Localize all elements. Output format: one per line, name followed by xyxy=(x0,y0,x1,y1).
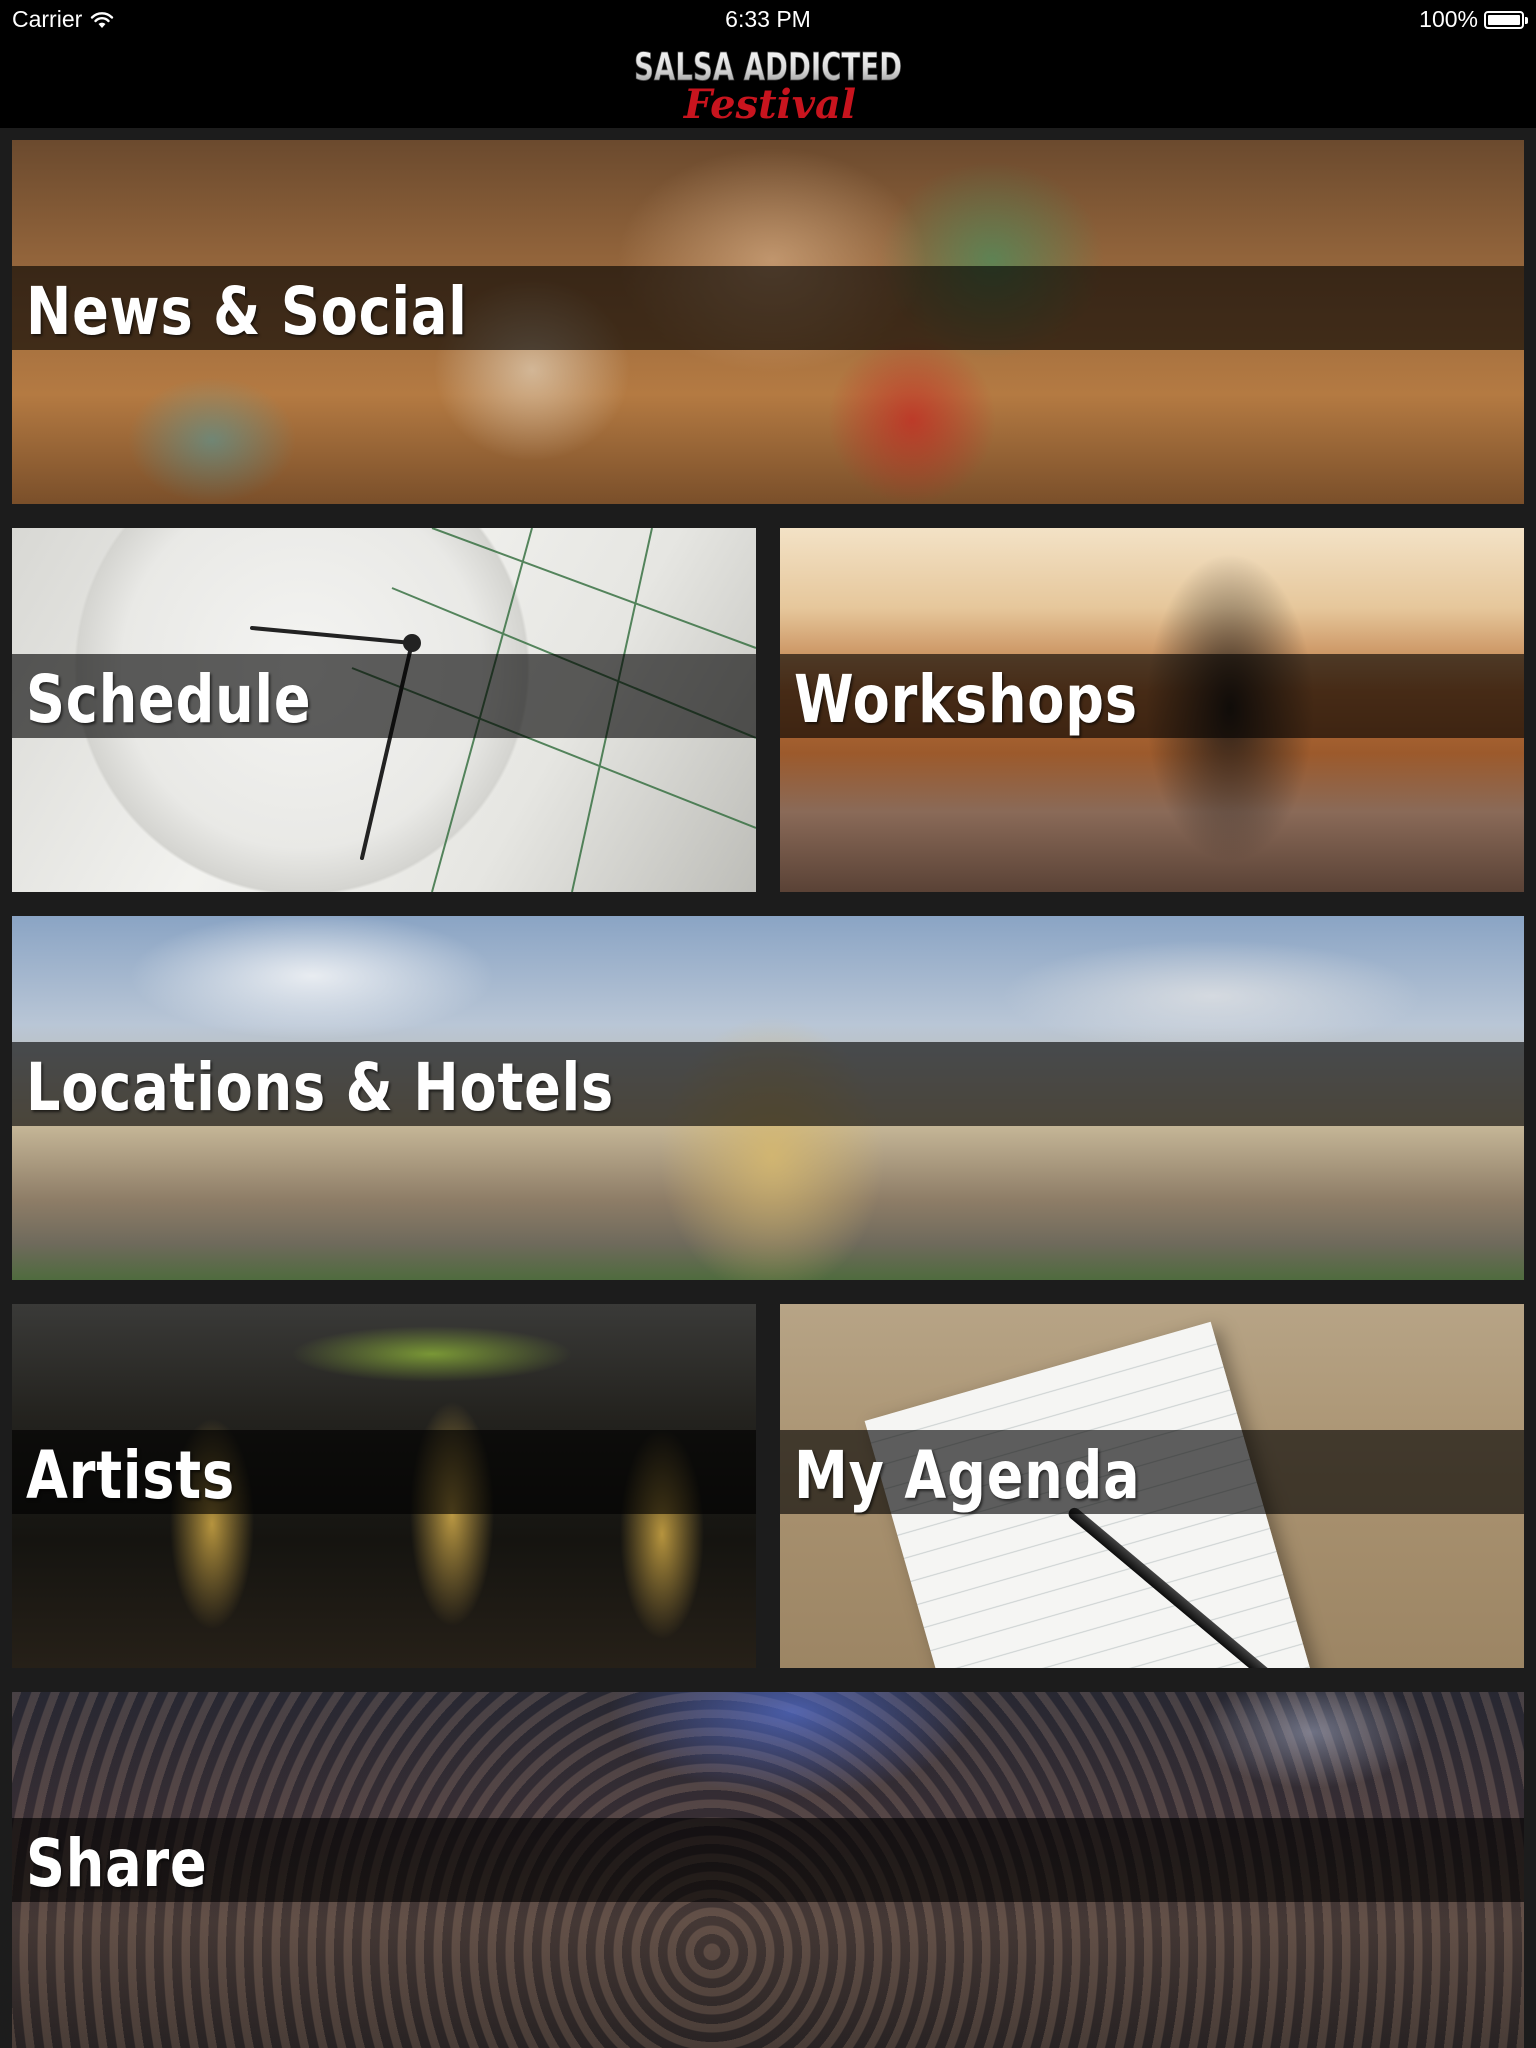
battery-group: 100% xyxy=(1419,6,1528,33)
home-screen: Carrier 6:33 PM 100% SALSA ADDICTED Fest… xyxy=(0,0,1536,2048)
tile-share[interactable]: Share xyxy=(12,1692,1524,2048)
clock: 6:33 PM xyxy=(725,6,811,32)
tile-label: Share xyxy=(26,1825,208,1902)
tile-workshops[interactable]: Workshops xyxy=(780,528,1524,892)
festival-logo: SALSA ADDICTED Festival xyxy=(634,45,903,126)
tile-label: Schedule xyxy=(26,661,312,738)
tile-artists[interactable]: Artists xyxy=(12,1304,756,1668)
tile-news-social[interactable]: News & Social xyxy=(12,140,1524,504)
tile-label: Artists xyxy=(26,1437,236,1514)
status-bar: Carrier 6:33 PM 100% xyxy=(0,0,1536,40)
tile-schedule[interactable]: Schedule xyxy=(12,528,756,892)
tile-my-agenda[interactable]: My Agenda xyxy=(780,1304,1524,1668)
tile-label: News & Social xyxy=(26,273,468,350)
label-band xyxy=(12,1818,1524,1902)
tile-label: My Agenda xyxy=(794,1437,1141,1514)
battery-percent: 100% xyxy=(1419,6,1478,32)
battery-icon xyxy=(1484,10,1528,29)
tile-label: Locations & Hotels xyxy=(26,1049,615,1126)
tile-label: Workshops xyxy=(794,661,1138,738)
logo-subtitle: Festival xyxy=(683,81,856,126)
tile-locations-hotels[interactable]: Locations & Hotels xyxy=(12,916,1524,1280)
navigation-bar: Carrier 6:33 PM 100% SALSA ADDICTED Fest… xyxy=(0,0,1536,128)
